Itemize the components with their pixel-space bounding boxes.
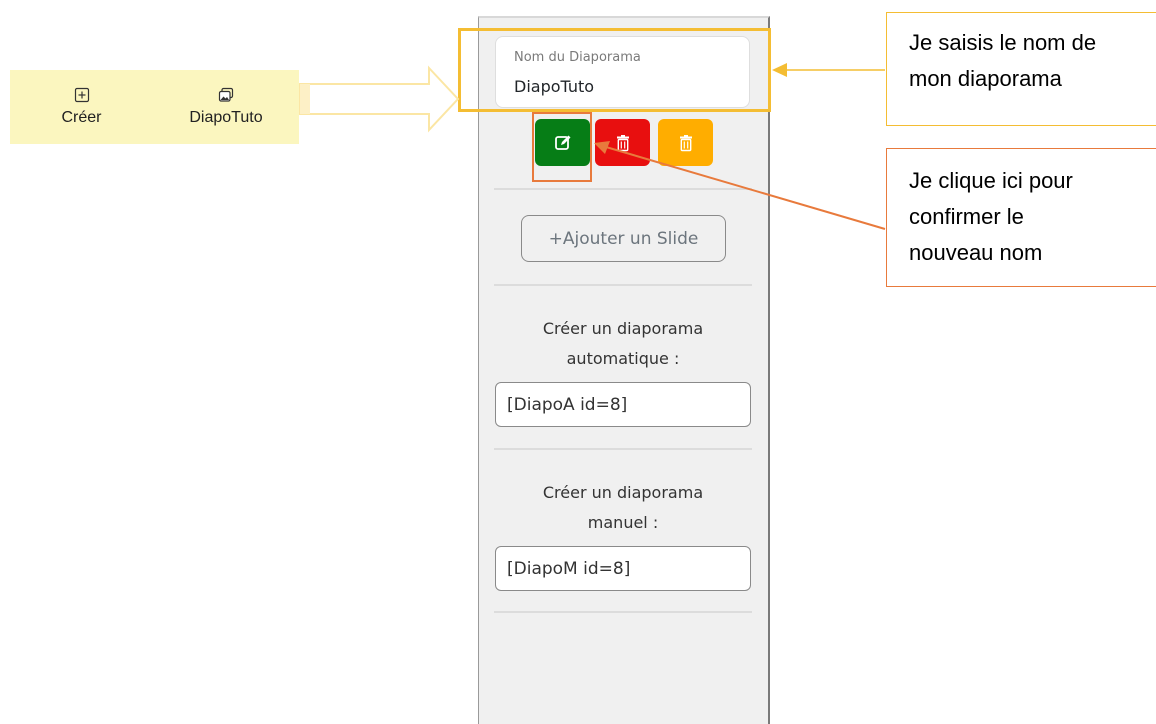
name-callout: Je saisis le nom de mon diaporama: [886, 12, 1156, 126]
confirm-callout-line3: nouveau nom: [909, 240, 1043, 265]
hollow-arrow-icon: [299, 65, 460, 133]
name-callout-line1: Je saisis le nom de: [909, 30, 1097, 55]
confirm-callout-line1: Je clique ici pour: [909, 168, 1073, 193]
name-callout-line2: mon diaporama: [909, 66, 1062, 91]
name-pointer-head: [772, 63, 787, 77]
confirm-callout-line2: confirmer le: [909, 204, 1024, 229]
edit-pointer-line: [605, 146, 886, 230]
confirm-callout: Je clique ici pour confirmer le nouveau …: [886, 148, 1156, 287]
